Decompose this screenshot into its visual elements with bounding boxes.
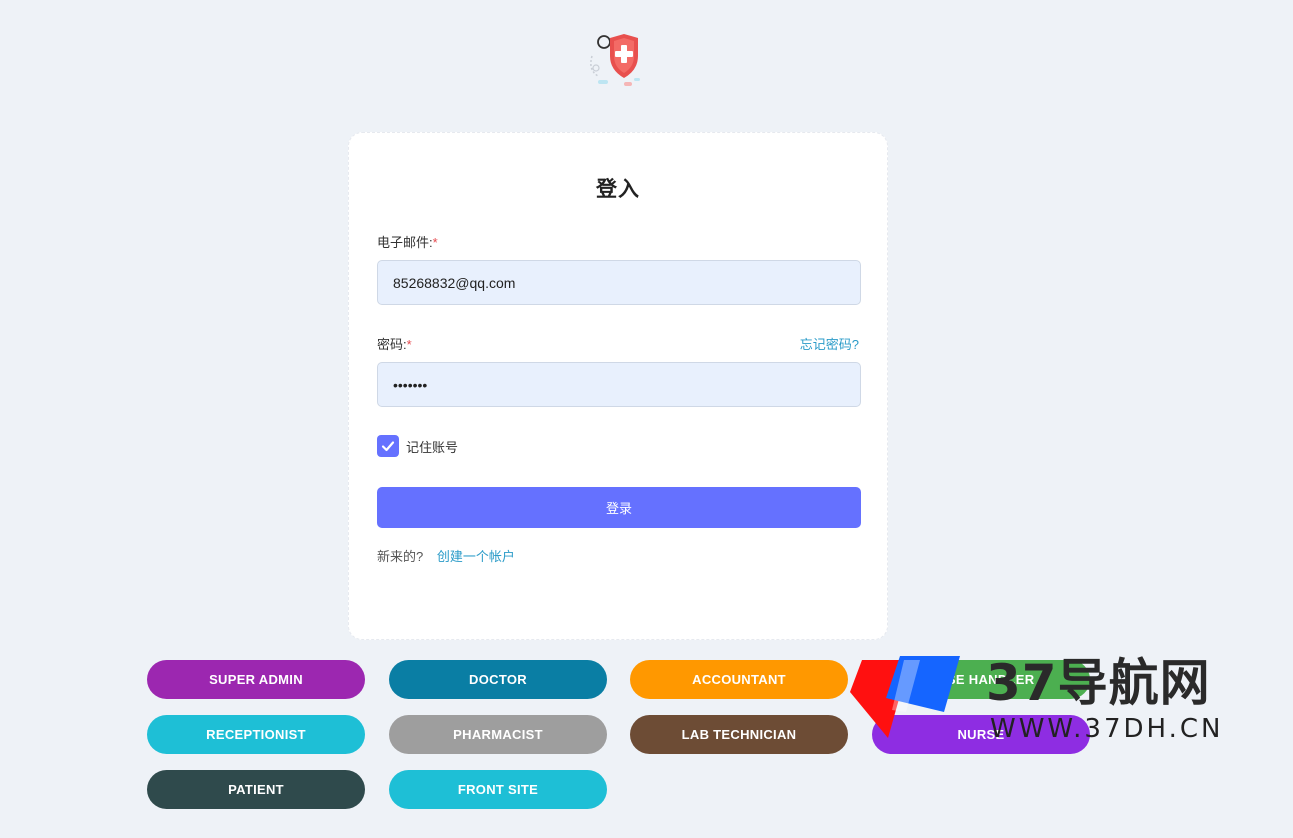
role-doctor-button[interactable]: DOCTOR [389,660,607,699]
required-mark: * [432,234,438,250]
hospital-logo [584,30,652,92]
role-case-handler-button[interactable]: CASE HANDLER [872,660,1090,699]
required-mark: * [406,336,412,352]
shield-cross-icon [590,34,640,86]
create-account-link[interactable]: 创建一个帐户 [437,549,515,564]
check-icon [381,441,395,452]
role-pharmacist-button[interactable]: PHARMACIST [389,715,607,754]
role-patient-button[interactable]: PATIENT [147,770,365,809]
role-nurse-button[interactable]: NURSE [872,715,1090,754]
remember-label: 记住账号 [406,439,459,455]
forgot-password-link[interactable]: 忘记密码? [800,334,859,353]
role-accountant-button[interactable]: ACCOUNTANT [630,660,848,699]
login-title: 登入 [596,178,640,201]
password-label-row: 密码:* 忘记密码? [377,334,859,353]
email-label-row: 电子邮件:* [377,233,859,250]
login-card: 登入 电子邮件:* 密码:* 忘记密码? 记住账号 登录 新来的? 创建一个帐户 [348,132,888,640]
role-super-admin-button[interactable]: SUPER ADMIN [147,660,365,699]
role-front-site-button[interactable]: FRONT SITE [389,770,607,809]
login-page: 登入 电子邮件:* 密码:* 忘记密码? 记住账号 登录 新来的? 创建一个帐户… [0,0,1293,838]
password-input[interactable] [377,362,861,407]
password-label: 密码:* [377,336,412,352]
email-input[interactable] [377,260,861,305]
remember-row: 记住账号 [377,435,859,457]
email-label: 电子邮件:* [377,234,438,250]
remember-checkbox[interactable] [377,435,399,457]
register-row: 新来的? 创建一个帐户 [377,546,859,565]
role-receptionist-button[interactable]: RECEPTIONIST [147,715,365,754]
login-button[interactable]: 登录 [377,487,861,528]
role-lab-technician-button[interactable]: LAB TECHNICIAN [630,715,848,754]
new-user-prompt: 新来的? [377,549,424,564]
